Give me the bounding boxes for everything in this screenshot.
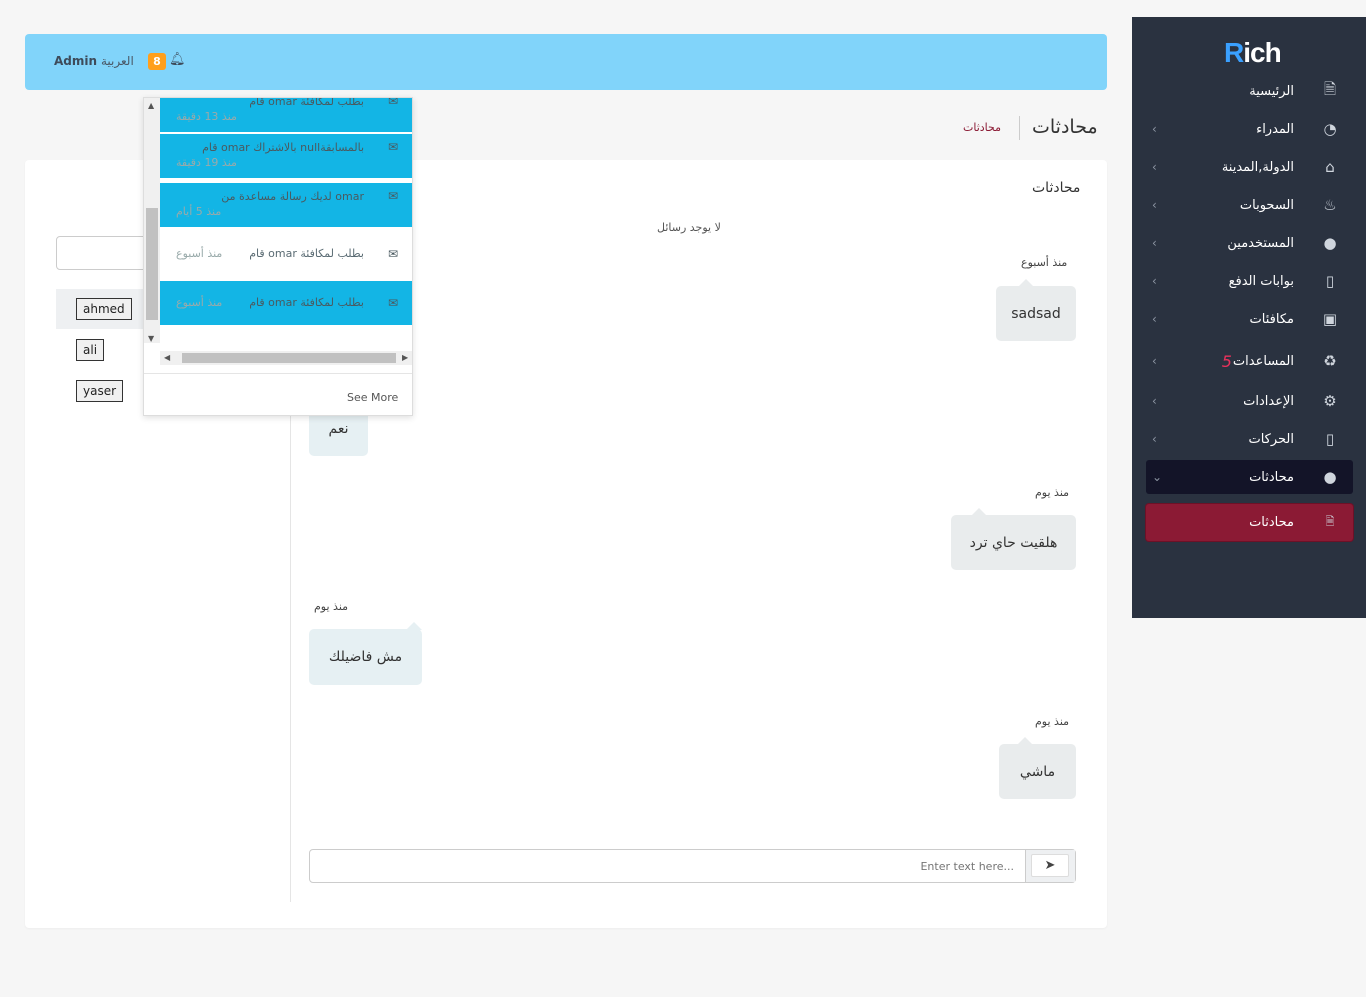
chevron-down-icon: ⌄: [1152, 470, 1163, 484]
paper-plane-icon: ➤: [1044, 858, 1056, 873]
chevron-left-icon: ‹: [1152, 122, 1157, 136]
recycle-icon: ♻: [1323, 352, 1337, 370]
message-bubble: مش فاضيلك: [309, 629, 422, 685]
sidebar-item-transactions[interactable]: ‹ الحركات ▯: [1132, 422, 1366, 456]
message-time: منذ يوم: [1035, 486, 1070, 499]
send-button[interactable]: ➤: [1031, 854, 1069, 877]
sidebar-item-help[interactable]: ‹ 5 المساعدات ♻: [1132, 344, 1366, 378]
notification-item[interactable]: قام omar بطلب لمكافئة منذ 13 دقيقة ✉: [160, 97, 412, 132]
user-button-yaser[interactable]: yaser: [76, 380, 124, 402]
notification-item[interactable]: قام omar بالاشتراك nullبالمسابقة منذ 19 …: [160, 134, 412, 178]
gift-icon: ▣: [1322, 310, 1338, 328]
horizontal-scrollbar-thumb[interactable]: [182, 353, 396, 363]
top-bar: Admin العربية 8 🔔︎: [25, 34, 1107, 90]
bell-icon[interactable]: 🔔︎: [169, 52, 186, 67]
notification-item[interactable]: قام omar بطلب لمكافئة منذ أسبوع ✉: [160, 281, 412, 325]
chevron-left-icon: ‹: [1152, 274, 1157, 288]
language-switch[interactable]: العربية: [101, 54, 134, 68]
message-input[interactable]: [310, 850, 1026, 882]
document-icon: 🗎: [1323, 79, 1337, 98]
sidebar: Rich الرئيسية 🗎 ‹ المدراء ◔ ‹ الدولة,الم…: [1132, 17, 1366, 618]
message-bubble: هلقيت حاي ترد: [951, 515, 1076, 570]
card-icon: ▯: [1325, 272, 1335, 290]
message-composer: ➤: [309, 849, 1076, 883]
title-separator: [1019, 116, 1020, 140]
notification-item[interactable]: قام omar بطلب لمكافئة منذ أسبوع ✉: [160, 232, 412, 276]
notification-count-badge[interactable]: 8: [148, 53, 166, 70]
scroll-up-arrow-icon[interactable]: ▲: [148, 101, 154, 110]
see-more-link[interactable]: See More: [347, 391, 398, 404]
sidebar-item-users[interactable]: ‹ المستخدمين ●: [1132, 226, 1366, 260]
breadcrumb[interactable]: محادثات: [963, 121, 1001, 134]
user-button-ahmed[interactable]: ahmed: [76, 298, 132, 320]
card-title: محادثات: [1032, 180, 1081, 196]
message-time: منذ أسبوع: [1021, 256, 1068, 269]
message-bubble: sadsad: [996, 286, 1076, 341]
chevron-left-icon: ‹: [1152, 432, 1157, 446]
sidebar-item-chats[interactable]: ⌄ محادثات ●: [1132, 460, 1366, 494]
message-bubble: ماشي: [999, 744, 1076, 799]
user-icon: ●: [1323, 234, 1337, 252]
card-icon: ▯: [1325, 430, 1335, 448]
message-time: منذ يوم: [314, 600, 349, 613]
chevron-left-icon: ‹: [1152, 394, 1157, 408]
envelope-icon: ✉: [387, 189, 398, 203]
sidebar-item-withdrawals[interactable]: ‹ السحوبات ♨: [1132, 188, 1366, 222]
chevron-left-icon: ‹: [1152, 312, 1157, 326]
chevron-left-icon: ‹: [1152, 198, 1157, 212]
envelope-icon: ✉: [387, 97, 398, 108]
chevron-left-icon: ‹: [1152, 354, 1157, 368]
message-time: منذ يوم: [1035, 715, 1070, 728]
dropdown-divider: [144, 373, 412, 374]
sidebar-item-managers[interactable]: ‹ المدراء ◔: [1132, 112, 1366, 146]
scroll-down-arrow-icon[interactable]: ▼: [148, 334, 154, 343]
sidebar-item-payment-gateways[interactable]: ‹ بوابات الدفع ▯: [1132, 264, 1366, 298]
admin-user-menu[interactable]: Admin: [54, 54, 97, 68]
scroll-left-arrow-icon[interactable]: ◀: [164, 353, 170, 362]
envelope-icon: ✉: [387, 296, 398, 310]
envelope-icon: ✉: [387, 140, 398, 154]
vertical-scrollbar[interactable]: ▲ ▼: [144, 98, 160, 343]
file-icon: 🗎: [1325, 514, 1335, 528]
page-title: محادثات: [1032, 116, 1098, 138]
chevron-left-icon: ‹: [1152, 160, 1157, 174]
notification-item[interactable]: لديك رسالة مساعدة من omar منذ 5 أيام ✉: [160, 183, 412, 227]
sidebar-item-rewards[interactable]: ‹ مكافئات ▣: [1132, 302, 1366, 336]
pie-chart-icon: ◔: [1323, 120, 1337, 138]
chevron-left-icon: ‹: [1152, 236, 1157, 250]
user-search-input[interactable]: [56, 236, 156, 270]
scrollbar-thumb[interactable]: [146, 208, 158, 320]
send-button-area: ➤: [1025, 850, 1075, 882]
fire-icon: ♨: [1323, 196, 1337, 214]
sidebar-item-settings[interactable]: ‹ الإعدادات ⚙: [1132, 384, 1366, 418]
envelope-icon: ✉: [387, 247, 398, 261]
user-icon: ●: [1323, 468, 1337, 486]
notifications-dropdown: ▲ ▼ قام omar بطلب لمكافئة منذ 13 دقيقة ✉…: [143, 97, 413, 416]
sidebar-item-home[interactable]: الرئيسية 🗎: [1132, 74, 1366, 108]
help-count-badge: 5: [1221, 351, 1232, 371]
user-button-ali[interactable]: ali: [76, 339, 105, 361]
horizontal-scrollbar[interactable]: ◀ ▶: [160, 351, 412, 365]
logo[interactable]: Rich: [1224, 37, 1282, 69]
scroll-right-arrow-icon[interactable]: ▶: [402, 353, 408, 362]
sidebar-item-country-city[interactable]: ‹ الدولة,المدينة ⌂: [1132, 150, 1366, 184]
gear-icon: ⚙: [1323, 392, 1337, 410]
sidebar-sub-item-chats[interactable]: محادثات 🗎: [1132, 505, 1366, 539]
home-icon: ⌂: [1325, 158, 1335, 176]
no-messages-text: لا يوجد رسائل: [657, 221, 721, 234]
